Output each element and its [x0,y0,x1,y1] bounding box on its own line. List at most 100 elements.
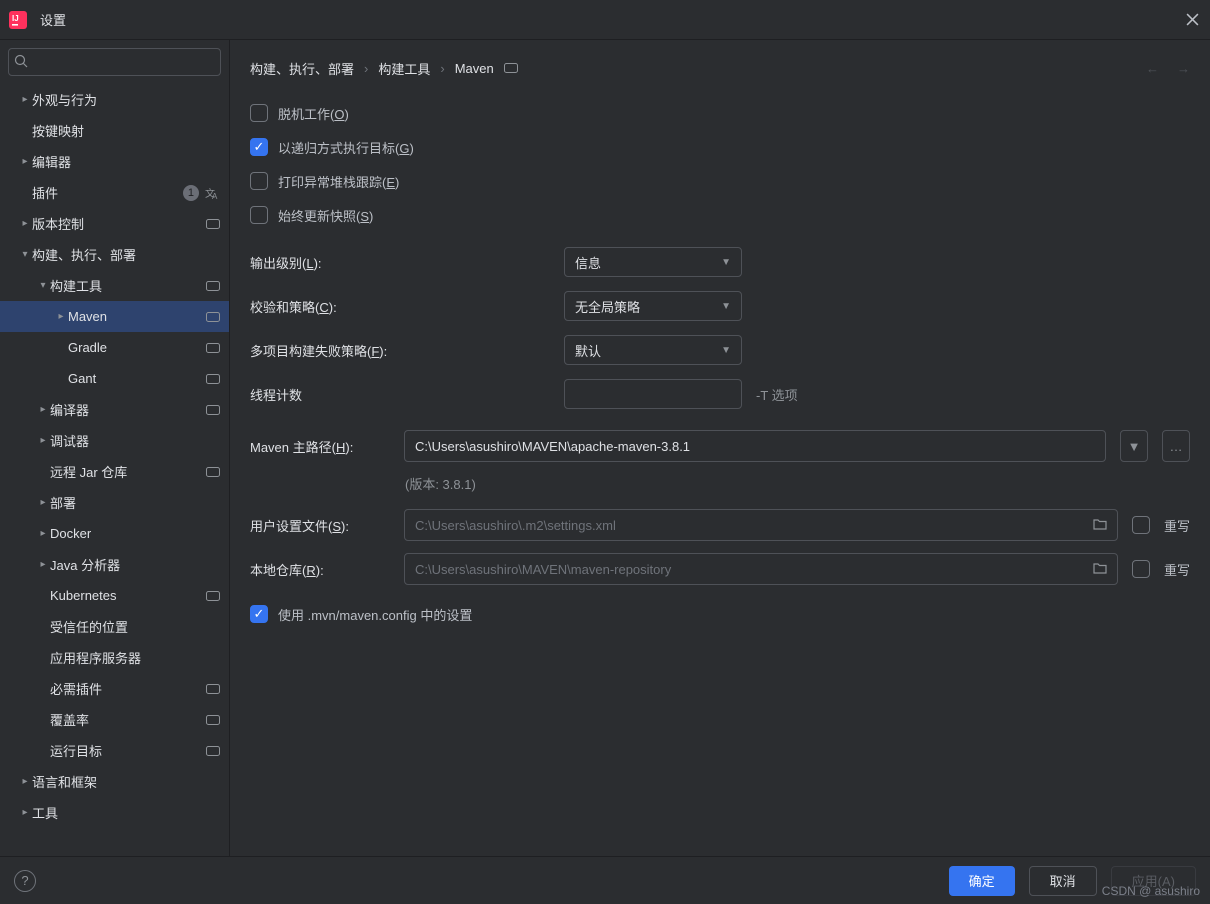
user-settings-override-checkbox[interactable] [1132,516,1150,534]
close-icon[interactable] [1182,10,1202,30]
sidebar-item-label: 覆盖率 [50,710,205,729]
maven-home-dropdown-button[interactable]: ▼ [1120,430,1148,462]
expand-icon: ▸ [36,435,50,446]
settings-tree[interactable]: ▸外观与行为按键映射▸编辑器插件1 文A ▸版本控制▾构建、执行、部署▾构建工具▸M… [0,84,229,856]
sidebar-item[interactable]: 必需插件 [0,673,229,704]
sidebar-item[interactable]: ▸部署 [0,487,229,518]
sidebar-item[interactable]: ▸调试器 [0,425,229,456]
output-level-select[interactable]: 信息▼ [564,247,742,277]
sidebar-item[interactable]: ▸Maven [0,301,229,332]
sidebar-item[interactable]: ▸版本控制 [0,208,229,239]
expand-icon: ▸ [36,559,50,570]
sidebar-item-label: Kubernetes [50,588,205,603]
folder-icon[interactable] [1093,562,1107,577]
sidebar-item[interactable]: ▸工具 [0,797,229,828]
sidebar-item[interactable]: Gant [0,363,229,394]
translate-icon: 文A [205,185,221,201]
checksum-policy-select[interactable]: 无全局策略▼ [564,291,742,321]
multi-build-fail-select[interactable]: 默认▼ [564,335,742,365]
sidebar-item[interactable]: 覆盖率 [0,704,229,735]
sidebar-item-label: 工具 [32,803,221,822]
maven-version-note: (版本: 3.8.1) [405,474,1190,493]
project-scope-icon [205,219,221,229]
sidebar-item-label: Gant [68,371,205,386]
window-title: 设置 [40,10,66,29]
chevron-down-icon: ▼ [721,345,731,356]
chevron-down-icon: ▼ [721,257,731,268]
settings-main: 构建、执行、部署 › 构建工具 › Maven ← → 脱机工作(O) ✓ 以递… [230,40,1210,856]
badge: 1 [183,185,199,201]
expand-icon: ▸ [18,156,32,167]
sidebar-item-label: 必需插件 [50,679,205,698]
sidebar-item[interactable]: ▸编译器 [0,394,229,425]
search-input[interactable] [8,48,221,76]
sidebar-item[interactable]: ▸Java 分析器 [0,549,229,580]
offline-checkbox[interactable] [250,104,268,122]
sidebar-item-label: 语言和框架 [32,772,221,791]
user-settings-label: 用户设置文件(S): [250,516,390,535]
expand-icon: ▾ [36,280,50,291]
breadcrumb-item: Maven [455,61,494,76]
project-scope-icon [205,467,221,477]
override-label: 重写 [1164,516,1190,535]
sidebar-item[interactable]: ▸语言和框架 [0,766,229,797]
sidebar-item-label: 部署 [50,493,221,512]
sidebar-item-label: 运行目标 [50,741,205,760]
sidebar-item[interactable]: ▾构建、执行、部署 [0,239,229,270]
svg-text:IJ: IJ [12,14,19,23]
print-stacktrace-checkbox[interactable] [250,172,268,190]
browse-button[interactable]: … [1162,430,1190,462]
sidebar-item-label: 应用程序服务器 [50,648,221,667]
help-icon[interactable]: ? [14,870,36,892]
expand-icon: ▸ [36,528,50,539]
sidebar-item[interactable]: ▾构建工具 [0,270,229,301]
breadcrumb-item[interactable]: 构建、执行、部署 [250,59,354,78]
breadcrumb-item[interactable]: 构建工具 [378,59,430,78]
thread-count-input[interactable] [564,379,742,409]
chevron-down-icon: ▼ [1128,439,1141,454]
sidebar-item[interactable]: Gradle [0,332,229,363]
expand-icon: ▸ [54,311,68,322]
sidebar-item[interactable]: ▸Docker [0,518,229,549]
sidebar-item-label: Java 分析器 [50,555,221,574]
sidebar-item[interactable]: 受信任的位置 [0,611,229,642]
svg-text:A: A [212,192,218,201]
nav-back-icon[interactable]: ← [1146,61,1159,76]
apply-button[interactable]: 应用(A) [1111,866,1196,896]
sidebar-item[interactable]: 按键映射 [0,115,229,146]
local-repo-override-checkbox[interactable] [1132,560,1150,578]
sidebar-item[interactable]: 插件1 文A [0,177,229,208]
sidebar-item[interactable]: Kubernetes [0,580,229,611]
sidebar-item[interactable]: ▸外观与行为 [0,84,229,115]
sidebar-item[interactable]: 应用程序服务器 [0,642,229,673]
mvn-config-label: 使用 .mvn/maven.config 中的设置 [278,605,472,624]
override-label: 重写 [1164,560,1190,579]
dialog-footer: ? 确定 取消 应用(A) [0,856,1210,904]
recursive-checkbox[interactable]: ✓ [250,138,268,156]
sidebar-item[interactable]: ▸编辑器 [0,146,229,177]
sidebar-item-label: 插件 [32,183,183,202]
project-scope-icon [205,281,221,291]
recursive-label: 以递归方式执行目标(G) [278,138,414,157]
maven-home-input[interactable]: C:\Users\asushiro\MAVEN\apache-maven-3.8… [404,430,1106,462]
breadcrumb: 构建、执行、部署 › 构建工具 › Maven ← → [230,40,1210,96]
nav-forward-icon[interactable]: → [1177,61,1190,76]
sidebar-item-label: 受信任的位置 [50,617,221,636]
sidebar-item[interactable]: 远程 Jar 仓库 [0,456,229,487]
expand-icon: ▸ [18,807,32,818]
maven-home-label: Maven 主路径(H): [250,437,390,456]
mvn-config-checkbox[interactable]: ✓ [250,605,268,623]
local-repo-label: 本地仓库(R): [250,560,390,579]
update-snapshots-checkbox[interactable] [250,206,268,224]
sidebar-item-label: Gradle [68,340,205,355]
sidebar-item-label: 调试器 [50,431,221,450]
checksum-policy-label: 校验和策略(C): [250,297,550,316]
cancel-button[interactable]: 取消 [1029,866,1097,896]
settings-sidebar: ▸外观与行为按键映射▸编辑器插件1 文A ▸版本控制▾构建、执行、部署▾构建工具▸M… [0,40,230,856]
sidebar-item[interactable]: 运行目标 [0,735,229,766]
folder-icon[interactable] [1093,518,1107,533]
chevron-down-icon: ▼ [721,301,731,312]
sidebar-item-label: Docker [50,526,221,541]
ok-button[interactable]: 确定 [949,866,1015,896]
project-scope-icon [205,591,221,601]
